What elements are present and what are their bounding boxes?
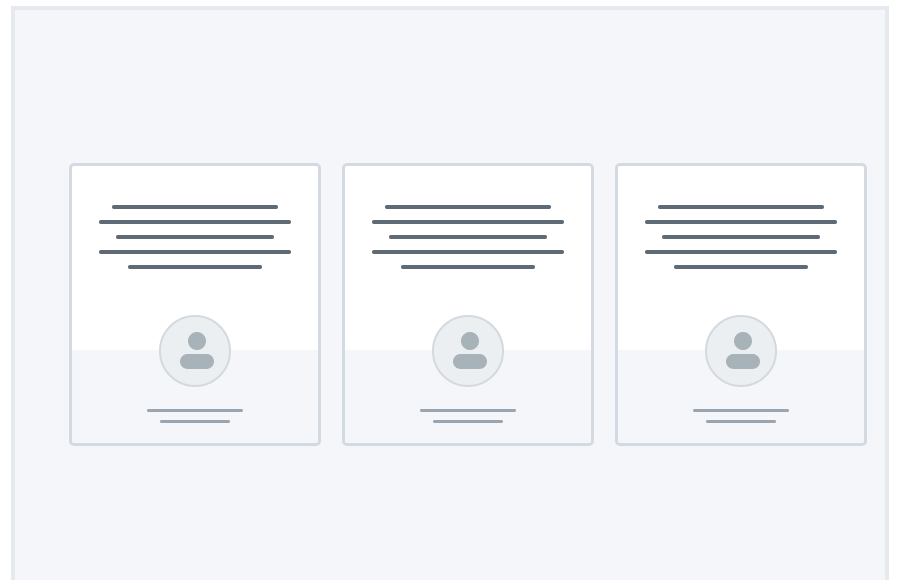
author-name-placeholder [147, 409, 243, 412]
author-name-placeholder [693, 409, 789, 412]
avatar [159, 315, 231, 387]
text-line-placeholder [372, 250, 564, 254]
testimonial-quote-placeholder [345, 205, 591, 280]
avatar [432, 315, 504, 387]
testimonial-card-list [69, 163, 867, 446]
text-line-placeholder [401, 265, 535, 269]
text-line-placeholder [662, 235, 820, 239]
testimonial-card [69, 163, 321, 446]
user-icon [453, 332, 487, 369]
user-icon [726, 332, 760, 369]
testimonial-quote-placeholder [72, 205, 318, 280]
text-line-placeholder [116, 235, 274, 239]
text-line-placeholder [645, 250, 837, 254]
user-icon [180, 332, 214, 369]
text-line-placeholder [658, 205, 824, 209]
testimonial-card [615, 163, 867, 446]
text-line-placeholder [128, 265, 262, 269]
author-role-placeholder [160, 420, 230, 423]
text-line-placeholder [99, 220, 291, 224]
author-meta-placeholder [345, 409, 591, 431]
testimonial-card [342, 163, 594, 446]
author-name-placeholder [420, 409, 516, 412]
testimonials-section [11, 6, 889, 580]
author-meta-placeholder [618, 409, 864, 431]
text-line-placeholder [112, 205, 278, 209]
testimonial-quote-placeholder [618, 205, 864, 280]
text-line-placeholder [645, 220, 837, 224]
text-line-placeholder [372, 220, 564, 224]
text-line-placeholder [389, 235, 547, 239]
author-role-placeholder [706, 420, 776, 423]
author-role-placeholder [433, 420, 503, 423]
text-line-placeholder [99, 250, 291, 254]
author-meta-placeholder [72, 409, 318, 431]
avatar [705, 315, 777, 387]
text-line-placeholder [674, 265, 808, 269]
text-line-placeholder [385, 205, 551, 209]
